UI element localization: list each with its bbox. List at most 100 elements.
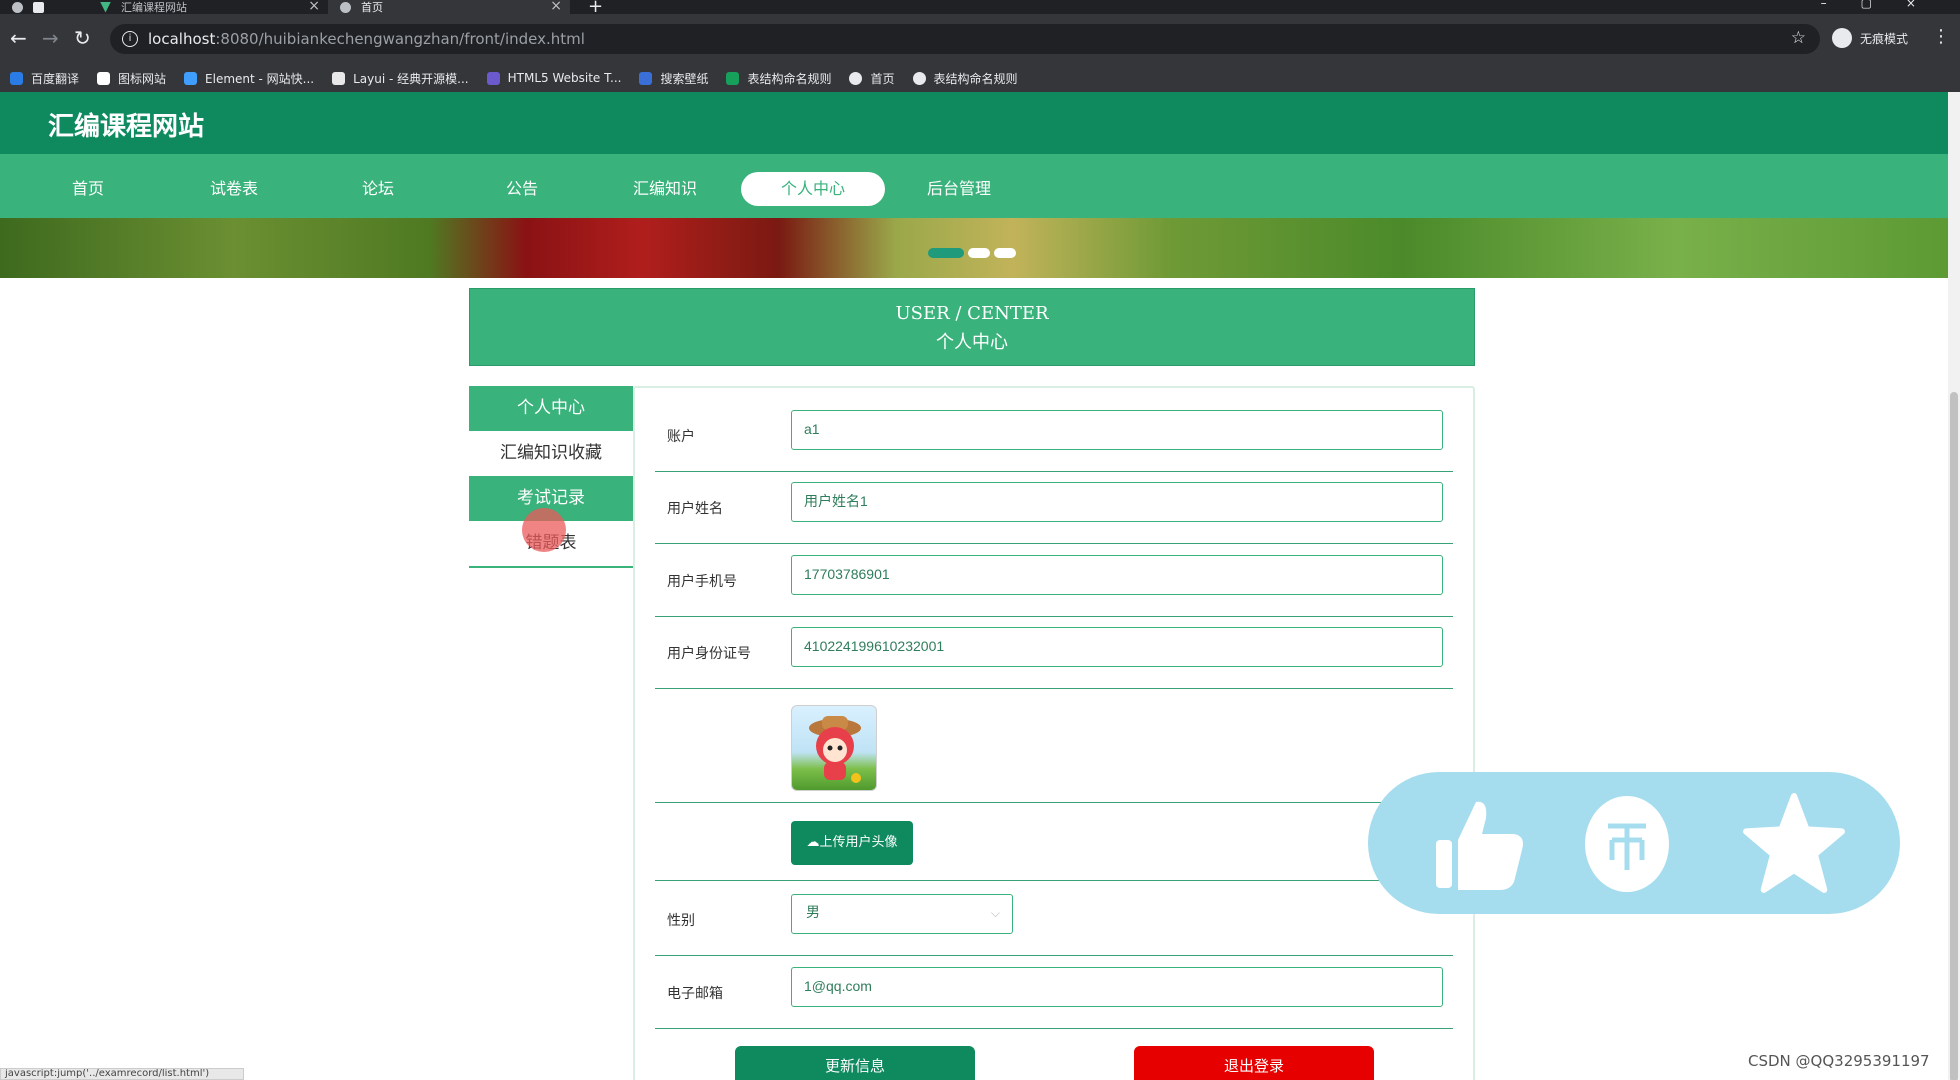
bookmark-star-icon[interactable]: ☆ [1791, 28, 1806, 48]
globe-icon [340, 1, 351, 13]
account-input[interactable]: a1 [791, 410, 1443, 450]
logout-button[interactable]: 退出登录 [1134, 1046, 1374, 1080]
floating-action-bar [1368, 772, 1900, 914]
url-host: localhost [148, 30, 216, 48]
coin-icon[interactable] [1582, 794, 1672, 894]
update-info-button[interactable]: 更新信息 [735, 1046, 975, 1080]
carousel-banner[interactable] [0, 218, 1948, 278]
wallpaper-icon [639, 71, 653, 85]
form-row-gender: 性别 男 ⌵ [655, 894, 1453, 956]
globe-icon [12, 1, 23, 13]
site-title[interactable]: 汇编课程网站 [48, 106, 204, 143]
bookmark-label: Layui - 经典开源模... [353, 71, 469, 86]
bookmarks-bar: 百度翻译 图标网站 Element - 网站快... Layui - 经典开源模… [0, 64, 1960, 92]
globe-icon [849, 71, 863, 85]
profile-button[interactable]: 无痕模式 [1832, 28, 1908, 48]
menu-item-user-center[interactable]: 个人中心 [469, 386, 633, 431]
bookmark-item[interactable]: 图标网站 [97, 70, 166, 87]
layui-icon [332, 71, 346, 85]
bookmark-label: 表结构命名规则 [933, 71, 1018, 86]
main-nav: 首页 试卷表 论坛 公告 汇编知识 个人中心 后台管理 [0, 154, 1948, 218]
forward-icon[interactable]: → [42, 26, 59, 50]
star-icon[interactable] [1742, 792, 1846, 896]
page-icon [33, 1, 44, 13]
carousel-dot[interactable] [968, 248, 990, 258]
nav-item-admin[interactable]: 后台管理 [887, 172, 1031, 206]
form-row-account: 账户 a1 [655, 410, 1453, 472]
reload-icon[interactable]: ↻ [74, 26, 91, 50]
form-row-avatar [655, 689, 1453, 803]
account-label: 账户 [667, 429, 695, 445]
chevron-down-icon: ⌵ [990, 906, 1000, 920]
close-icon[interactable]: × [308, 0, 320, 14]
bookmark-item[interactable]: 表结构命名规则 [726, 70, 831, 87]
email-input[interactable]: 1@qq.com [791, 967, 1443, 1007]
bookmark-label: Element - 网站快... [205, 71, 315, 86]
bookmark-item[interactable]: 首页 [849, 70, 895, 87]
bookmark-item[interactable]: 搜索壁纸 [639, 70, 708, 87]
nav-item-announcements[interactable]: 公告 [450, 172, 594, 206]
user-avatar [791, 705, 877, 791]
bookmark-item[interactable]: 百度翻译 [10, 70, 79, 87]
form-row-name: 用户姓名 用户姓名1 [655, 482, 1453, 544]
id-number-label: 用户身份证号 [667, 646, 751, 662]
browser-toolbar: ← → ↻ i localhost:8080/huibiankechengwan… [0, 14, 1960, 64]
browser-tabstrip: 汇编课程网站 × 首页 × + –▢× [0, 0, 1960, 17]
phone-input[interactable]: 17703786901 [791, 555, 1443, 595]
tab-title: 首页 [361, 1, 383, 14]
id-number-input[interactable]: 410224199610232001 [791, 627, 1443, 667]
gender-select[interactable]: 男 ⌵ [791, 894, 1013, 934]
bookmark-label: 表结构命名规则 [747, 71, 832, 86]
nav-item-exam-papers[interactable]: 试卷表 [162, 172, 306, 206]
nav-item-user-center[interactable]: 个人中心 [741, 172, 885, 206]
user-center-title-cn: 个人中心 [936, 332, 1008, 353]
bookmark-item[interactable]: 表结构命名规则 [912, 70, 1018, 87]
thumbs-up-icon[interactable] [1430, 794, 1530, 894]
incognito-icon [1832, 28, 1852, 48]
menu-icon[interactable]: ⋮ [1932, 26, 1950, 47]
menu-item-favorites[interactable]: 汇编知识收藏 [469, 431, 633, 476]
element-icon [184, 71, 198, 85]
form-row-id-number: 用户身份证号 410224199610232001 [655, 627, 1453, 689]
window-controls[interactable]: –▢× [1821, 0, 1950, 10]
bookmark-label: 图标网站 [118, 71, 167, 86]
bookmark-item[interactable]: HTML5 Website T... [486, 71, 621, 85]
sheet-icon [726, 71, 740, 85]
translate-icon [10, 71, 23, 85]
bookmark-label: 首页 [870, 71, 895, 86]
nav-item-forum[interactable]: 论坛 [306, 172, 450, 206]
tab-home[interactable]: 首页 × [328, 0, 570, 14]
phone-label: 用户手机号 [667, 574, 737, 590]
nav-item-home[interactable]: 首页 [16, 172, 160, 206]
carousel-dot[interactable] [994, 248, 1016, 258]
menu-divider [469, 566, 633, 568]
page-scrollbar[interactable] [1948, 92, 1960, 1080]
url-path: :8080/huibiankechengwangzhan/front/index… [215, 30, 585, 48]
profile-label: 无痕模式 [1860, 31, 1909, 46]
email-label: 电子邮箱 [667, 986, 723, 1002]
tab-course-site[interactable]: 汇编课程网站 × [92, 0, 328, 14]
back-icon[interactable]: ← [10, 26, 27, 50]
user-center-header: USER / CENTER 个人中心 [469, 288, 1475, 366]
bookmark-item[interactable]: Layui - 经典开源模... [332, 70, 469, 87]
gender-value: 男 [806, 905, 820, 921]
bookmark-label: 百度翻译 [31, 71, 80, 86]
bookmark-item[interactable]: Element - 网站快... [184, 70, 314, 87]
status-bar-url: javascript:jump('../examrecord/list.html… [0, 1068, 244, 1080]
site-info-icon[interactable]: i [122, 31, 138, 47]
tab-pinned[interactable] [12, 0, 92, 14]
name-input[interactable]: 用户姓名1 [791, 482, 1443, 522]
close-icon[interactable]: × [550, 0, 562, 14]
address-bar[interactable]: i localhost:8080/huibiankechengwangzhan/… [110, 24, 1820, 54]
user-center-title-en: USER / CENTER [895, 303, 1049, 324]
scrollbar-thumb[interactable] [1950, 392, 1958, 1080]
carousel-dot-active[interactable] [928, 248, 964, 258]
nav-item-assembly-knowledge[interactable]: 汇编知识 [593, 172, 737, 206]
form-row-upload: ☁上传用户头像 [655, 803, 1453, 881]
upload-avatar-button[interactable]: ☁上传用户头像 [791, 821, 913, 865]
globe-icon [912, 71, 926, 85]
html5-icon [486, 71, 500, 85]
vue-icon [100, 1, 111, 13]
form-row-email: 电子邮箱 1@qq.com [655, 967, 1453, 1029]
site-header: 汇编课程网站 [0, 92, 1948, 154]
